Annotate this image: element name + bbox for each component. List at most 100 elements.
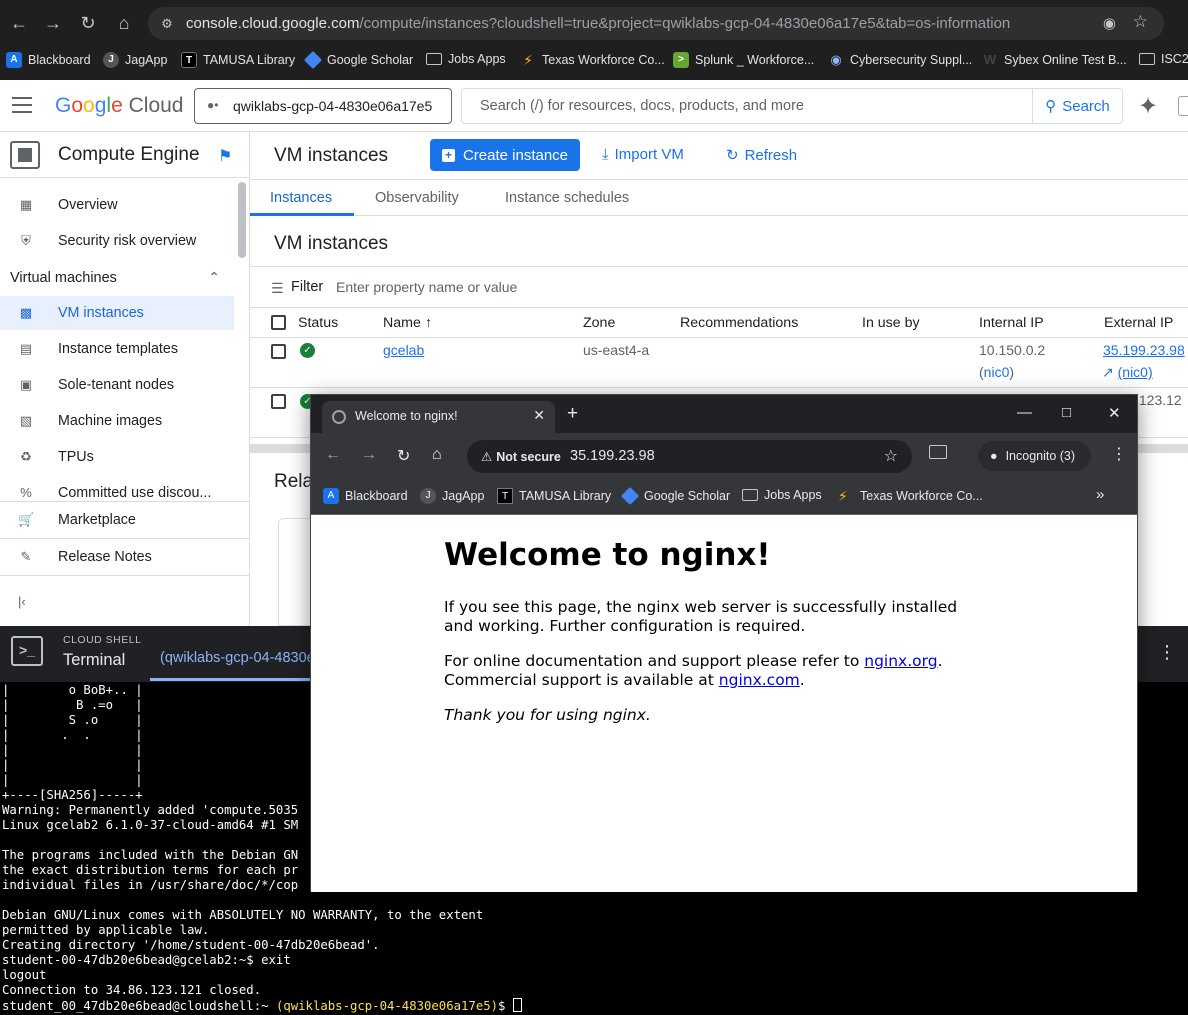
row-checkbox[interactable] [271,394,286,409]
bookmark-star-icon[interactable]: ☆ [884,446,898,466]
bookmark-star-icon[interactable]: ☆ [1133,12,1148,32]
create-instance-button[interactable]: + Create instance [430,139,580,171]
select-all-checkbox[interactable] [271,315,286,330]
home-icon[interactable]: ⌂ [111,10,137,36]
bookmark-sybex[interactable]: W Sybex Online Test B... [982,52,1127,68]
bookmark-jobs[interactable]: Jobs Apps [426,52,506,66]
not-secure-chip[interactable]: ⚠ Not secure [477,446,565,467]
tab-observability[interactable]: Observability [375,190,459,206]
gemini-sparkle-icon[interactable]: ✦ [1138,92,1158,121]
bookmark-scholar[interactable]: Google Scholar [303,50,413,70]
instance-name-link[interactable]: gcelab [383,342,424,358]
bookmark-texas-workforce[interactable]: ⚡ Texas Workforce Co... [520,52,665,68]
sidebar-item-release-notes[interactable]: ✎ Release Notes [0,540,234,574]
bookmark-jagapp[interactable]: J JagApp [420,488,484,504]
google-cloud-logo[interactable]: Google Cloud [55,94,183,118]
more-vert-icon[interactable]: ⋮ [1158,642,1176,663]
minimize-icon[interactable]: — [1017,404,1032,421]
reload-icon[interactable]: ↻ [397,446,410,466]
disk-image-icon: ▧ [19,413,33,428]
close-window-icon[interactable]: ✕ [1108,404,1121,422]
back-icon[interactable]: ← [6,10,32,36]
maximize-icon[interactable]: □ [1062,404,1071,421]
bookmark-scholar[interactable]: Google Scholar [620,486,730,506]
nginx-com-link[interactable]: nginx.com [719,671,800,689]
sidebar-item-overview[interactable]: ▦ Overview [0,188,234,222]
nginx-page: Welcome to nginx! If you see this page, … [311,515,1137,892]
project-picker[interactable]: ●• qwiklabs-gcp-04-4830e06a17e5 [194,88,452,124]
close-tab-icon[interactable]: ✕ [533,407,545,424]
new-tab-icon[interactable]: + [567,403,578,425]
column-recommendations[interactable]: Recommendations [680,315,798,331]
terminal-line: Linux gcelab2 6.1.0-37-cloud-amd64 #1 SM [2,818,299,832]
bookmark-blackboard[interactable]: A Blackboard [323,488,408,504]
terminal-tab[interactable]: (qwiklabs-gcp-04-4830e [160,650,315,666]
forward-icon[interactable]: → [40,10,66,36]
sidebar-item-vm-instances[interactable]: ▩ VM instances [0,296,234,330]
address-bar[interactable]: ⚙ console.cloud.google.com/compute/insta… [148,7,1164,40]
cloud-shell-edge-icon[interactable] [1178,96,1188,116]
internal-nic-link[interactable]: nic0 [984,364,1010,380]
sidebar-item-tpus[interactable]: ♻ TPUs [0,440,234,474]
column-zone[interactable]: Zone [583,315,615,331]
import-vm-button[interactable]: ⤓ Import VM [602,146,684,163]
cast-icon[interactable] [929,445,947,459]
template-icon: ▤ [19,341,33,356]
bookmark-jobs[interactable]: Jobs Apps [742,488,822,502]
collapse-nav-icon[interactable]: |‹ [18,594,26,609]
tab-instances[interactable]: Instances [270,190,332,206]
home-icon[interactable]: ⌂ [432,446,442,464]
terminal-prompt[interactable]: student_00_47db20e6bead@cloudshell:~ (qw… [2,998,522,1014]
sidebar-section-virtual-machines[interactable]: Virtual machines ⌃ [10,269,220,286]
bookmark-splunk[interactable]: > Splunk _ Workforce... [673,52,814,68]
bookmark-isc2[interactable]: ISC2 [1139,52,1188,66]
popup-tab[interactable]: Welcome to nginx! ✕ [322,401,555,433]
column-internal-ip[interactable]: Internal IP [979,315,1044,331]
column-status[interactable]: Status [298,315,338,331]
bookmark-cybersecurity[interactable]: ◉ Cybersecurity Suppl... [828,52,972,68]
menu-icon[interactable] [12,97,32,113]
refresh-button[interactable]: ↻ Refresh [726,146,797,165]
bookmark-jagapp[interactable]: J JagApp [103,52,167,68]
more-vert-icon[interactable]: ⋮ [1111,444,1127,464]
sidebar-item-security-risk[interactable]: ⛨ Security risk overview [0,224,234,258]
bookmark-tamusa[interactable]: T TAMUSA Library [181,52,295,68]
scholar-icon [303,50,323,70]
sidebar-divider [0,501,249,502]
product-title: Compute Engine [58,144,200,165]
terminal-line: permitted by applicable law. [2,923,210,937]
site-info-icon[interactable]: ⚙ [158,15,176,33]
back-icon[interactable]: ← [325,446,341,464]
incognito-window: Welcome to nginx! ✕ + — □ ✕ ← → ↻ ⌂ ⚠ Not… [310,394,1138,892]
eye-off-icon[interactable]: ◉ [1103,14,1116,32]
external-nic[interactable]: ↗ (nic0) [1102,364,1153,381]
external-ip-link[interactable]: 35.199.23.98 [1103,342,1185,358]
column-in-use-by[interactable]: In use by [862,315,920,331]
forward-icon[interactable]: → [361,446,377,464]
bookmark-texas-workforce[interactable]: ⚡ Texas Workforce Co... [838,488,983,504]
column-name[interactable]: Name ↑ [383,315,432,331]
sidebar-item-marketplace[interactable]: 🛒 Marketplace [0,503,234,537]
sidebar-item-instance-templates[interactable]: ▤ Instance templates [0,332,234,366]
nginx-org-link[interactable]: nginx.org [864,652,937,670]
release-notes-icon: ✎ [20,549,32,564]
sidebar-item-machine-images[interactable]: ▧ Machine images [0,404,234,438]
sidebar-item-sole-tenant[interactable]: ▣ Sole-tenant nodes [0,368,234,402]
tpu-icon: ♻ [20,449,32,464]
popup-address-bar[interactable]: ⚠ Not secure 35.199.23.98 ☆ [467,440,912,473]
bookmark-blackboard[interactable]: A Blackboard [6,52,91,68]
column-external-ip[interactable]: External IP [1104,315,1173,331]
bookmark-tamusa[interactable]: T TAMUSA Library [497,488,611,504]
pin-icon[interactable]: ⚑ [218,146,232,166]
search-button[interactable]: ⚲ Search [1032,89,1122,123]
search-input[interactable] [462,89,1034,123]
sidenav-scrollbar[interactable] [238,182,246,258]
incognito-chip[interactable]: ● Incognito (3) [978,441,1091,471]
reload-icon[interactable]: ↻ [75,10,101,36]
more-bookmarks-icon[interactable]: » [1096,486,1104,503]
tab-instance-schedules[interactable]: Instance schedules [505,190,629,206]
row-checkbox[interactable] [271,344,286,359]
filter-input[interactable] [336,275,836,299]
cloud-shell-label: CLOUD SHELL [63,634,142,646]
folder-icon [426,53,442,65]
